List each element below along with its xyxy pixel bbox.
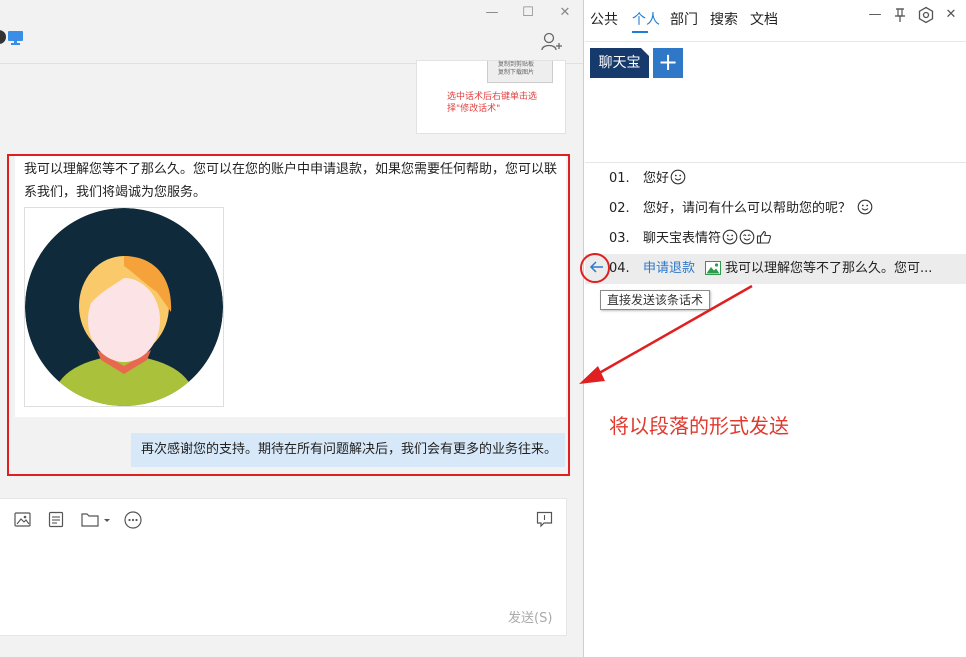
annotation-arrow xyxy=(579,284,753,384)
annotation-text: 将以段落的形式发送 xyxy=(609,414,789,438)
